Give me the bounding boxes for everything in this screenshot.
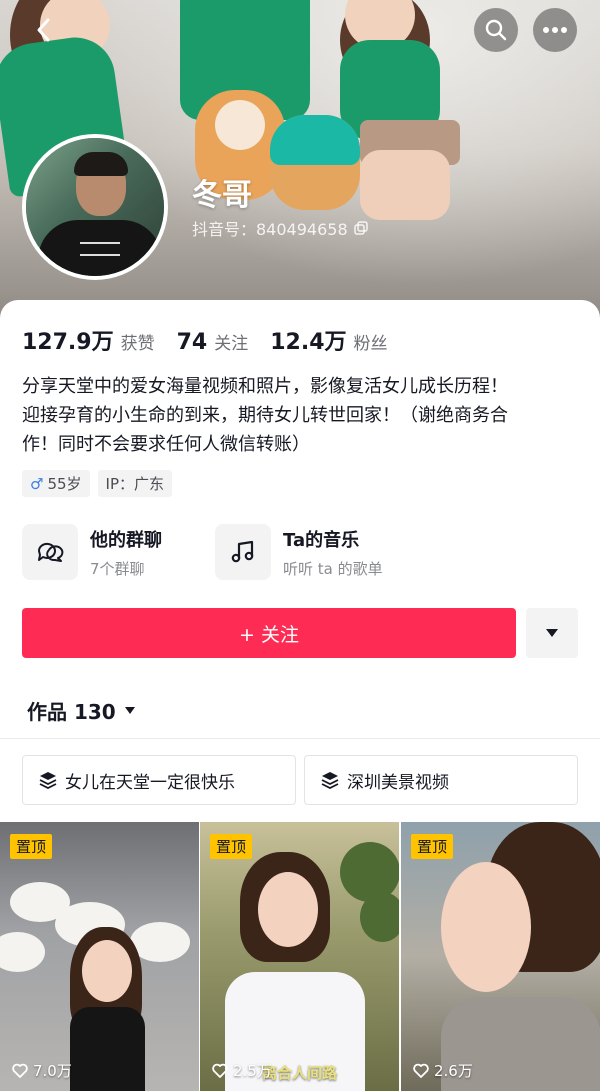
- chat-icon: [22, 524, 78, 580]
- music-note-icon: [215, 524, 271, 580]
- male-icon: ♂: [30, 474, 44, 493]
- video-thumbnail[interactable]: 置顶 7.0万: [0, 822, 199, 1091]
- caret-down-icon: [546, 629, 558, 637]
- video-likes: 2.5万: [212, 1060, 272, 1081]
- heart-icon: [212, 1063, 228, 1078]
- tab-works[interactable]: 作品 130: [27, 696, 136, 725]
- stat-value: 12.4万: [270, 330, 347, 355]
- douyin-id-text: 抖音号：840494658: [192, 220, 348, 239]
- avatar[interactable]: [22, 134, 168, 280]
- pinned-badge: 置顶: [10, 834, 53, 859]
- entry-subtitle: 7个群聊: [90, 559, 145, 578]
- layers-icon: [39, 772, 57, 789]
- ip-text: IP：广东: [105, 475, 165, 493]
- collection-button[interactable]: 女儿在天堂一定很快乐: [22, 755, 296, 805]
- search-button[interactable]: [474, 8, 518, 52]
- music-entry[interactable]: Ta的音乐 听听 ta 的歌单: [215, 524, 383, 580]
- likes-count: 7.0万: [33, 1062, 72, 1080]
- back-button[interactable]: [22, 8, 66, 52]
- search-icon: [485, 19, 507, 41]
- video-thumbnail[interactable]: 置顶 2.6万: [401, 822, 600, 1091]
- likes-count: 2.5万: [233, 1062, 272, 1080]
- stats-row: 127.9万 获赞 74 关注 12.4万 粉丝: [22, 324, 410, 356]
- follow-dropdown-button[interactable]: [526, 608, 578, 658]
- stat-likes[interactable]: 127.9万 获赞: [22, 324, 155, 356]
- age-text: 55岁: [47, 475, 82, 493]
- cover-figure-legs: [360, 150, 450, 220]
- stat-label: 粉丝: [353, 334, 388, 354]
- entry-title: Ta的音乐: [283, 529, 360, 551]
- heart-icon: [12, 1063, 28, 1078]
- video-thumbnail[interactable]: 置顶 离合人间路 2.5万: [200, 822, 399, 1091]
- pinned-badge: 置顶: [411, 834, 454, 859]
- ip-tag: IP：广东: [97, 470, 173, 497]
- bio: 分享天堂中的爱女海量视频和照片，影像复活女儿成长历程！ 迎接孕育的小生命的到来，…: [22, 372, 578, 459]
- stat-label: 关注: [214, 334, 249, 354]
- more-dots-icon: [543, 27, 567, 33]
- video-caption: 离合人间路: [262, 1064, 338, 1082]
- bio-line: 分享天堂中的爱女海量视频和照片，影像复活女儿成长历程！: [22, 376, 508, 397]
- age-tag: ♂ 55岁: [22, 470, 90, 497]
- caret-down-icon: [124, 707, 135, 714]
- profile-card: 127.9万 获赞 74 关注 12.4万 粉丝 分享天堂中的爱女海量视频和照片…: [0, 300, 600, 1091]
- profile-name: 冬哥: [192, 178, 252, 213]
- collection-label: 女儿在天堂一定很快乐: [65, 772, 235, 793]
- stat-following[interactable]: 74 关注: [177, 329, 249, 355]
- video-grid: 置顶 7.0万 置顶 离合人间路 2.5万 置顶 2.6万: [0, 822, 600, 1091]
- profile-tags: ♂ 55岁 IP：广东: [22, 470, 173, 497]
- group-chat-entry[interactable]: 他的群聊 7个群聊: [22, 524, 162, 580]
- video-likes: 2.6万: [413, 1060, 473, 1081]
- bio-line: 迎接孕育的小生命的到来，期待女儿转世回家！（谢绝商务合: [22, 405, 508, 426]
- divider: [0, 738, 600, 739]
- follow-button[interactable]: + 关注: [22, 608, 516, 658]
- video-likes: 7.0万: [12, 1060, 72, 1081]
- entry-subtitle: 听听 ta 的歌单: [283, 559, 383, 578]
- chevron-left-icon: [37, 18, 50, 42]
- collection-label: 深圳美景视频: [347, 772, 449, 793]
- entry-title: 他的群聊: [90, 529, 162, 551]
- stat-value: 127.9万: [22, 330, 114, 355]
- copy-icon[interactable]: [353, 220, 369, 236]
- douyin-id[interactable]: 抖音号：840494658: [192, 216, 369, 240]
- likes-count: 2.6万: [434, 1062, 473, 1080]
- layers-icon: [321, 772, 339, 789]
- bio-line: 作！同时不会要求任何人微信转账）: [22, 434, 310, 455]
- stat-value: 74: [176, 330, 208, 355]
- cover-dog: [270, 115, 360, 210]
- pinned-badge: 置顶: [210, 834, 253, 859]
- heart-icon: [413, 1063, 429, 1078]
- more-options-button[interactable]: [533, 8, 577, 52]
- stat-label: 获赞: [120, 334, 155, 354]
- tab-works-label: 作品 130: [27, 700, 116, 724]
- collection-button[interactable]: 深圳美景视频: [304, 755, 578, 805]
- stat-followers[interactable]: 12.4万 粉丝: [270, 324, 387, 356]
